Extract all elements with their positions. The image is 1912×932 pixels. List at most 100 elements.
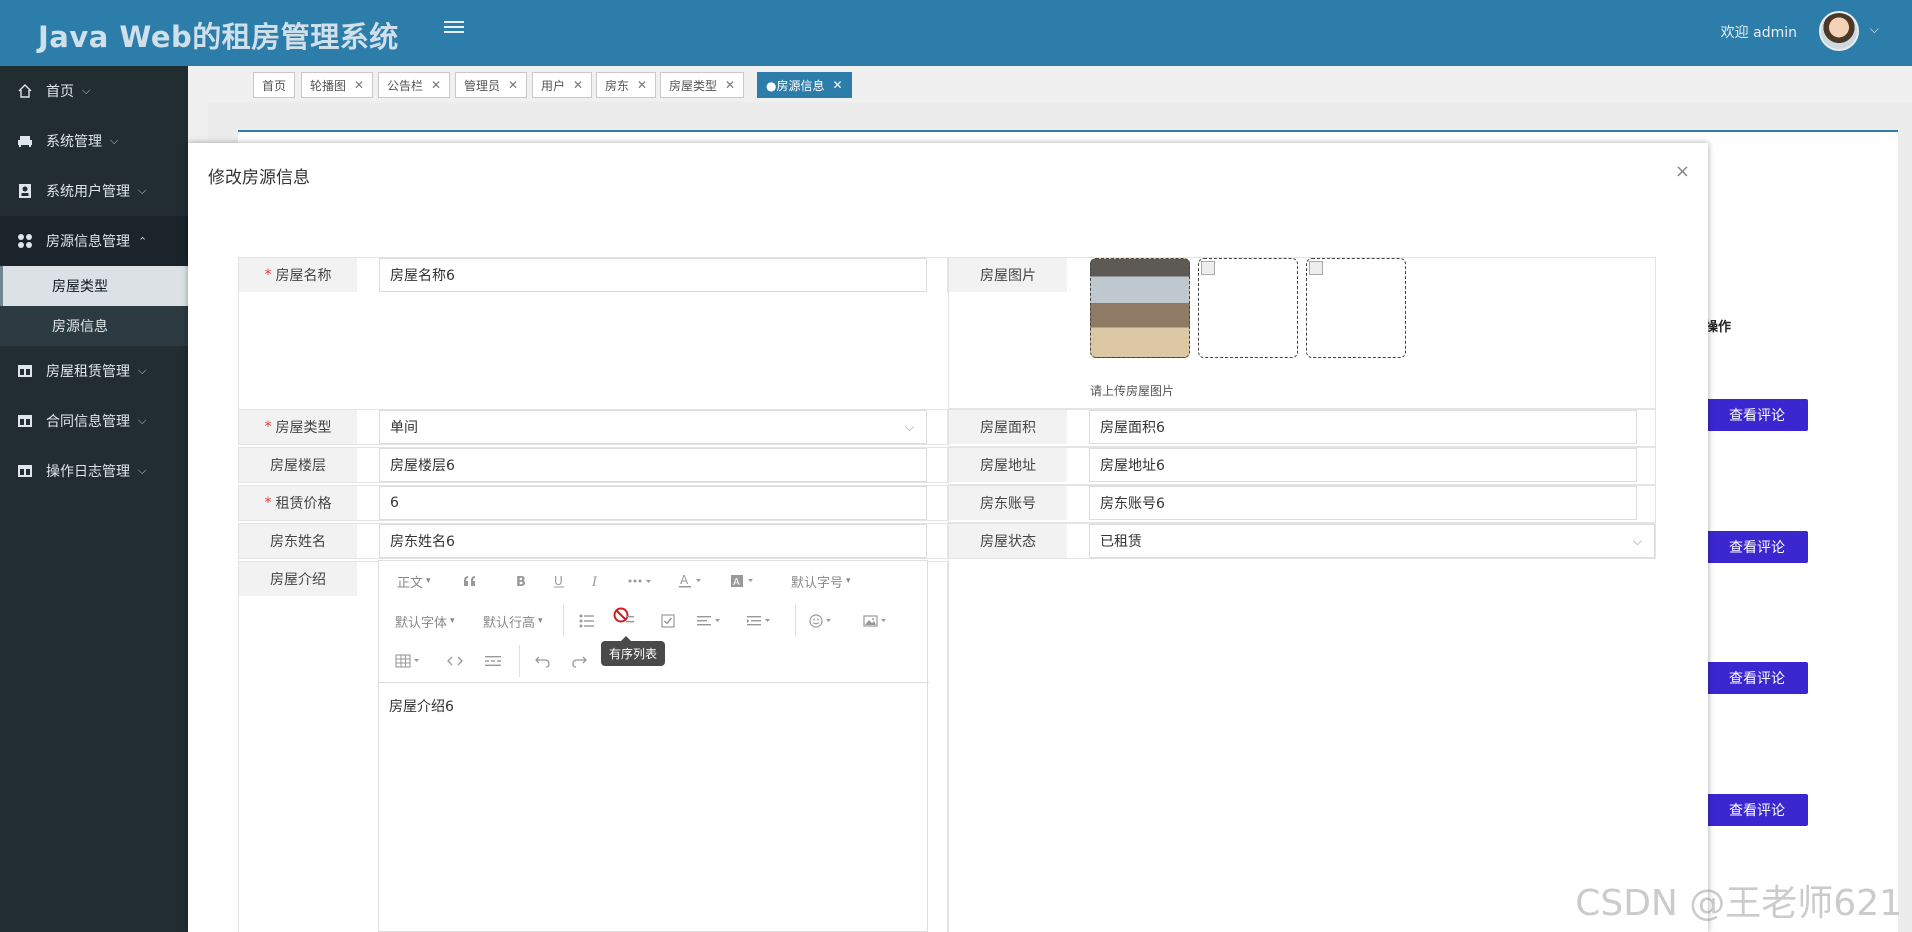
intro-rich-text-editor[interactable]: 正文 ▾ B U I A A 默认字号 ▾ 默认字体 ▾ 默认行高 ▾ 有序列表… xyxy=(378,560,929,932)
operation-column-header: 操作 xyxy=(1705,320,1732,335)
required-mark: * xyxy=(264,419,272,435)
divider-line-icon[interactable] xyxy=(485,651,501,671)
code-icon[interactable] xyxy=(447,651,463,671)
ordered-list-tooltip: 有序列表 xyxy=(601,636,666,666)
font-color-icon[interactable]: A xyxy=(679,571,705,591)
house-address-input[interactable]: 房屋地址6 xyxy=(1089,448,1637,482)
modal-title: 修改房源信息 xyxy=(208,168,310,188)
tab-label: 房屋类型 xyxy=(669,78,718,93)
align-icon[interactable] xyxy=(697,611,723,631)
house-floor-input[interactable]: 房屋楼层6 xyxy=(379,448,927,482)
sidebar-item-logs[interactable]: 操作日志管理 ⌵ xyxy=(0,446,188,496)
broken-image-icon xyxy=(1309,261,1323,275)
close-icon[interactable]: ✕ xyxy=(637,78,647,92)
table-insert-icon[interactable] xyxy=(395,651,423,671)
tab-notice[interactable]: 公告栏 ✕ xyxy=(378,72,451,98)
form-row-price: * 租赁价格 6 xyxy=(238,485,948,521)
font-size-dropdown[interactable]: 默认字号 ▾ xyxy=(791,571,851,591)
view-comments-button[interactable]: 查看评论 xyxy=(1706,662,1808,694)
sidebar-item-contracts[interactable]: 合同信息管理 ⌵ xyxy=(0,396,188,446)
underline-icon[interactable]: U xyxy=(553,571,565,591)
field-label: 房屋楼层 xyxy=(239,448,357,482)
house-area-input[interactable]: 房屋面积6 xyxy=(1089,410,1637,444)
view-comments-button[interactable]: 查看评论 xyxy=(1706,399,1808,431)
chevron-down-icon: ⌵ xyxy=(110,134,119,147)
sidebar-item-system[interactable]: 系统管理 ⌵ xyxy=(0,116,188,166)
house-status-select[interactable]: 已租赁 ⌵ xyxy=(1089,524,1655,558)
tab-label: 公告栏 xyxy=(387,78,424,93)
close-icon[interactable]: ✕ xyxy=(832,78,842,92)
table-icon xyxy=(16,363,34,379)
house-photo-thumbnail[interactable] xyxy=(1090,258,1190,358)
close-icon[interactable]: × xyxy=(1675,161,1690,182)
redo-icon[interactable] xyxy=(571,651,587,671)
field-label: * 租赁价格 xyxy=(239,486,357,520)
image-insert-icon[interactable] xyxy=(863,611,889,631)
bulleted-list-icon[interactable] xyxy=(579,611,595,631)
tab-admin[interactable]: 管理员 ✕ xyxy=(455,72,528,98)
line-height-dropdown[interactable]: 默认行高 ▾ xyxy=(483,611,543,631)
sidebar-item-system-users[interactable]: 系统用户管理 ⌵ xyxy=(0,166,188,216)
tab-label: 房东 xyxy=(605,78,630,93)
font-family-dropdown[interactable]: 默认字体 ▾ xyxy=(395,611,455,631)
sidebar-subitem-listing-info[interactable]: 房源信息 xyxy=(0,306,188,346)
bold-icon[interactable]: B xyxy=(515,571,527,591)
chevron-down-icon[interactable]: ⌵ xyxy=(1870,22,1879,37)
indent-icon[interactable] xyxy=(747,611,773,631)
rent-price-input[interactable]: 6 xyxy=(379,486,927,520)
close-icon[interactable]: ✕ xyxy=(431,78,441,92)
menu-toggle-icon[interactable] xyxy=(444,18,464,36)
toolbar-divider xyxy=(563,605,564,637)
more-icon[interactable] xyxy=(627,571,653,591)
form-row-name: * 房屋名称 房屋名称6 xyxy=(238,257,948,293)
tab-house-type[interactable]: 房屋类型 ✕ xyxy=(660,72,745,98)
sidebar-subitem-house-type[interactable]: 房屋类型 xyxy=(0,266,188,306)
divider xyxy=(238,293,239,409)
tab-listing-info[interactable]: ●房源信息 ✕ xyxy=(757,72,852,98)
field-label: * 房屋名称 xyxy=(239,258,357,292)
sidebar-item-label: 房源信息管理 xyxy=(46,234,130,250)
form-row-floor: 房屋楼层 房屋楼层6 xyxy=(238,447,948,483)
intro-text[interactable]: 房屋介绍6 xyxy=(389,696,454,716)
landlord-account-input[interactable]: 房东账号6 xyxy=(1089,486,1637,520)
background-color-icon[interactable]: A xyxy=(731,571,757,591)
field-label: 房东账号 xyxy=(949,486,1067,520)
tab-home[interactable]: 首页 xyxy=(253,72,296,98)
sidebar-item-listings[interactable]: 房源信息管理 ⌃ xyxy=(0,216,188,266)
view-comments-button[interactable]: 查看评论 xyxy=(1706,794,1808,826)
sidebar-item-home[interactable]: 首页 ⌵ xyxy=(0,66,188,116)
emoji-icon[interactable] xyxy=(809,611,835,631)
label-text: 房屋名称 xyxy=(275,268,332,284)
svg-text:U: U xyxy=(554,574,563,588)
close-icon[interactable]: ✕ xyxy=(354,78,364,92)
avatar[interactable] xyxy=(1819,11,1859,51)
quote-icon[interactable] xyxy=(463,571,477,591)
tab-bar: 首页 轮播图 ✕ 公告栏 ✕ 管理员 ✕ 用户 ✕ 房东 ✕ 房屋类型 ✕ ●房源信息 ✕ xyxy=(208,68,1912,102)
home-icon xyxy=(16,83,34,99)
todo-checkbox-icon[interactable] xyxy=(661,611,675,631)
ordered-list-icon[interactable] xyxy=(613,607,635,627)
landlord-name-input[interactable]: 房东姓名6 xyxy=(379,524,927,558)
image-upload-slot[interactable] xyxy=(1306,258,1406,358)
font-size-label: 默认字号 xyxy=(791,575,844,591)
house-type-select[interactable]: 单间 ⌵ xyxy=(379,410,927,444)
house-name-input[interactable]: 房屋名称6 xyxy=(379,258,927,292)
tab-users[interactable]: 用户 ✕ xyxy=(532,72,593,98)
sidebar-item-leasing[interactable]: 房屋租赁管理 ⌵ xyxy=(0,346,188,396)
close-icon[interactable]: ✕ xyxy=(508,78,518,92)
form-row-area: 房屋面积 房屋面积6 xyxy=(948,409,1656,447)
close-icon[interactable]: ✕ xyxy=(725,78,735,92)
image-upload-slot[interactable] xyxy=(1198,258,1298,358)
tab-label: 轮播图 xyxy=(310,78,347,93)
sidebar-item-label: 操作日志管理 xyxy=(46,464,130,480)
heading-dropdown[interactable]: 正文 ▾ xyxy=(397,571,431,591)
italic-icon[interactable]: I xyxy=(591,571,601,591)
welcome-text[interactable]: 欢迎 admin xyxy=(1721,22,1797,42)
view-comments-button[interactable]: 查看评论 xyxy=(1706,531,1808,563)
tab-carousel[interactable]: 轮播图 ✕ xyxy=(301,72,374,98)
close-icon[interactable]: ✕ xyxy=(573,78,583,92)
undo-icon[interactable] xyxy=(535,651,551,671)
tab-landlords[interactable]: 房东 ✕ xyxy=(596,72,657,98)
sidebar-item-label: 房屋租赁管理 xyxy=(46,364,130,380)
field-label: 房屋面积 xyxy=(949,410,1067,444)
